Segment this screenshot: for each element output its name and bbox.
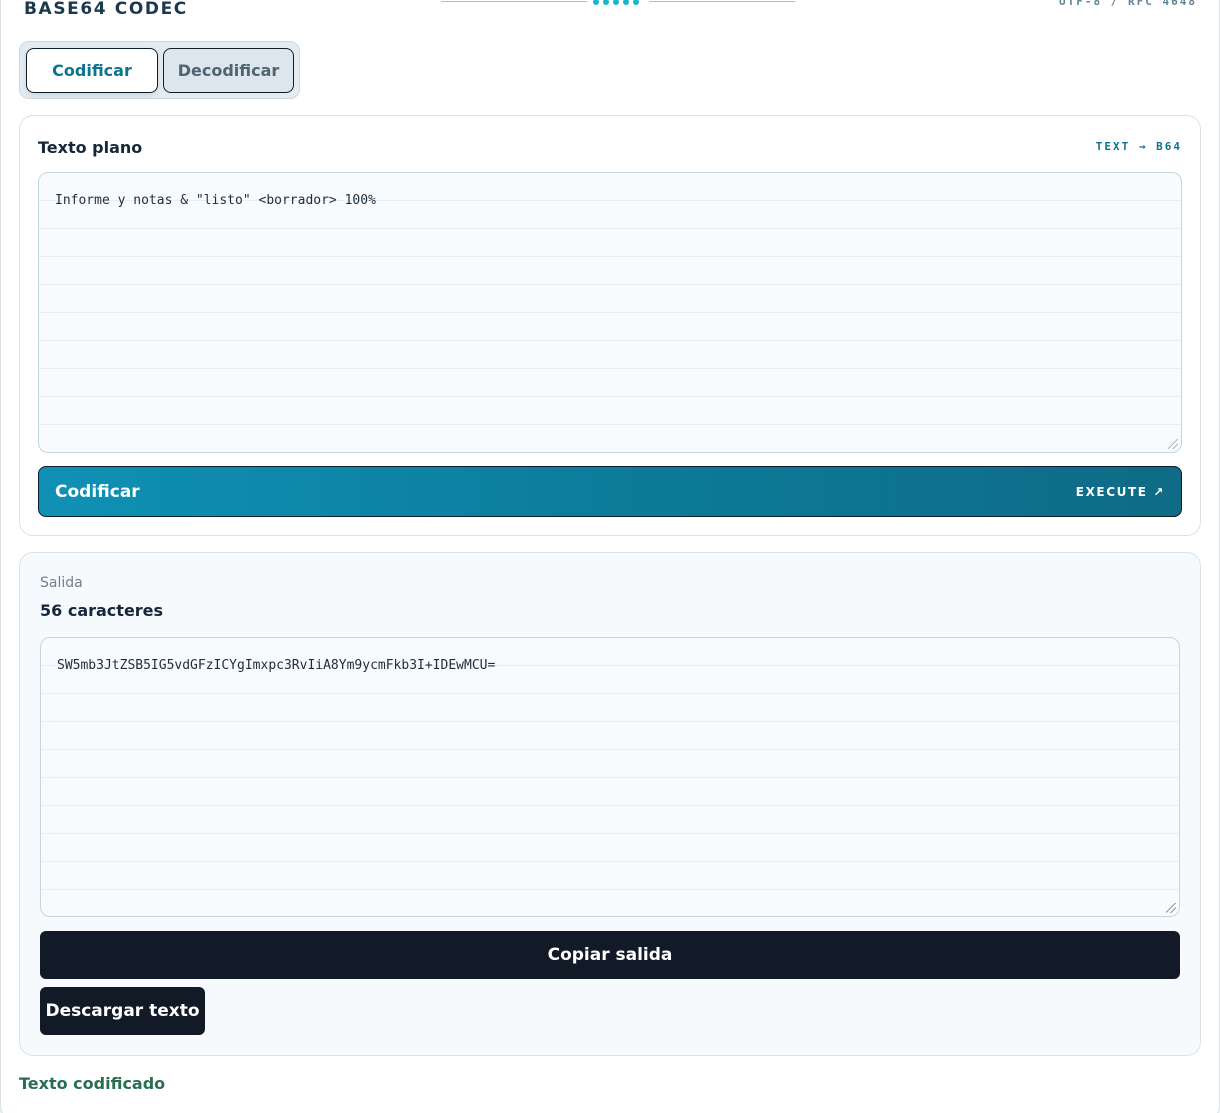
- dots-divider-icon: [441, 0, 795, 7]
- input-card: Texto plano TEXT → B64 Informe y notas &…: [19, 115, 1201, 536]
- input-card-tag: TEXT → B64: [1095, 140, 1182, 153]
- resize-grip-icon[interactable]: [1166, 903, 1176, 913]
- tab-codificar[interactable]: Codificar: [26, 48, 158, 93]
- download-text-button[interactable]: Descargar texto: [40, 987, 205, 1035]
- encode-button-label: Codificar: [55, 482, 140, 502]
- app-title: BASE64 CODEC: [24, 0, 188, 19]
- execute-hint: EXECUTE ↗: [1075, 485, 1165, 499]
- input-card-title: Texto plano: [38, 138, 143, 157]
- output-card: Salida 56 caracteres SW5mb3JtZSB5IG5vdGF…: [19, 552, 1201, 1056]
- status-message: Texto codificado: [19, 1074, 166, 1093]
- encoded-output-field[interactable]: SW5mb3JtZSB5IG5vdGFzICYgImxpc3RvIiA8Ym9y…: [40, 637, 1180, 917]
- resize-grip-icon[interactable]: [1168, 439, 1178, 449]
- mode-tabs: Codificar Decodificar: [19, 41, 300, 99]
- plain-text-input[interactable]: Informe y notas & "listo" <borrador> 100…: [38, 172, 1182, 453]
- encode-button[interactable]: Codificar EXECUTE ↗: [38, 466, 1182, 517]
- copy-output-button[interactable]: Copiar salida: [40, 931, 1180, 979]
- output-label: Salida: [40, 575, 83, 591]
- plain-text-value: Informe y notas & "listo" <borrador> 100…: [55, 193, 376, 208]
- tab-decodificar[interactable]: Decodificar: [163, 48, 294, 93]
- output-char-count: 56 caracteres: [40, 601, 164, 620]
- encoded-output-value: SW5mb3JtZSB5IG5vdGFzICYgImxpc3RvIiA8Ym9y…: [57, 658, 496, 673]
- encoding-meta: UTF-8 / RFC 4648: [1059, 0, 1197, 8]
